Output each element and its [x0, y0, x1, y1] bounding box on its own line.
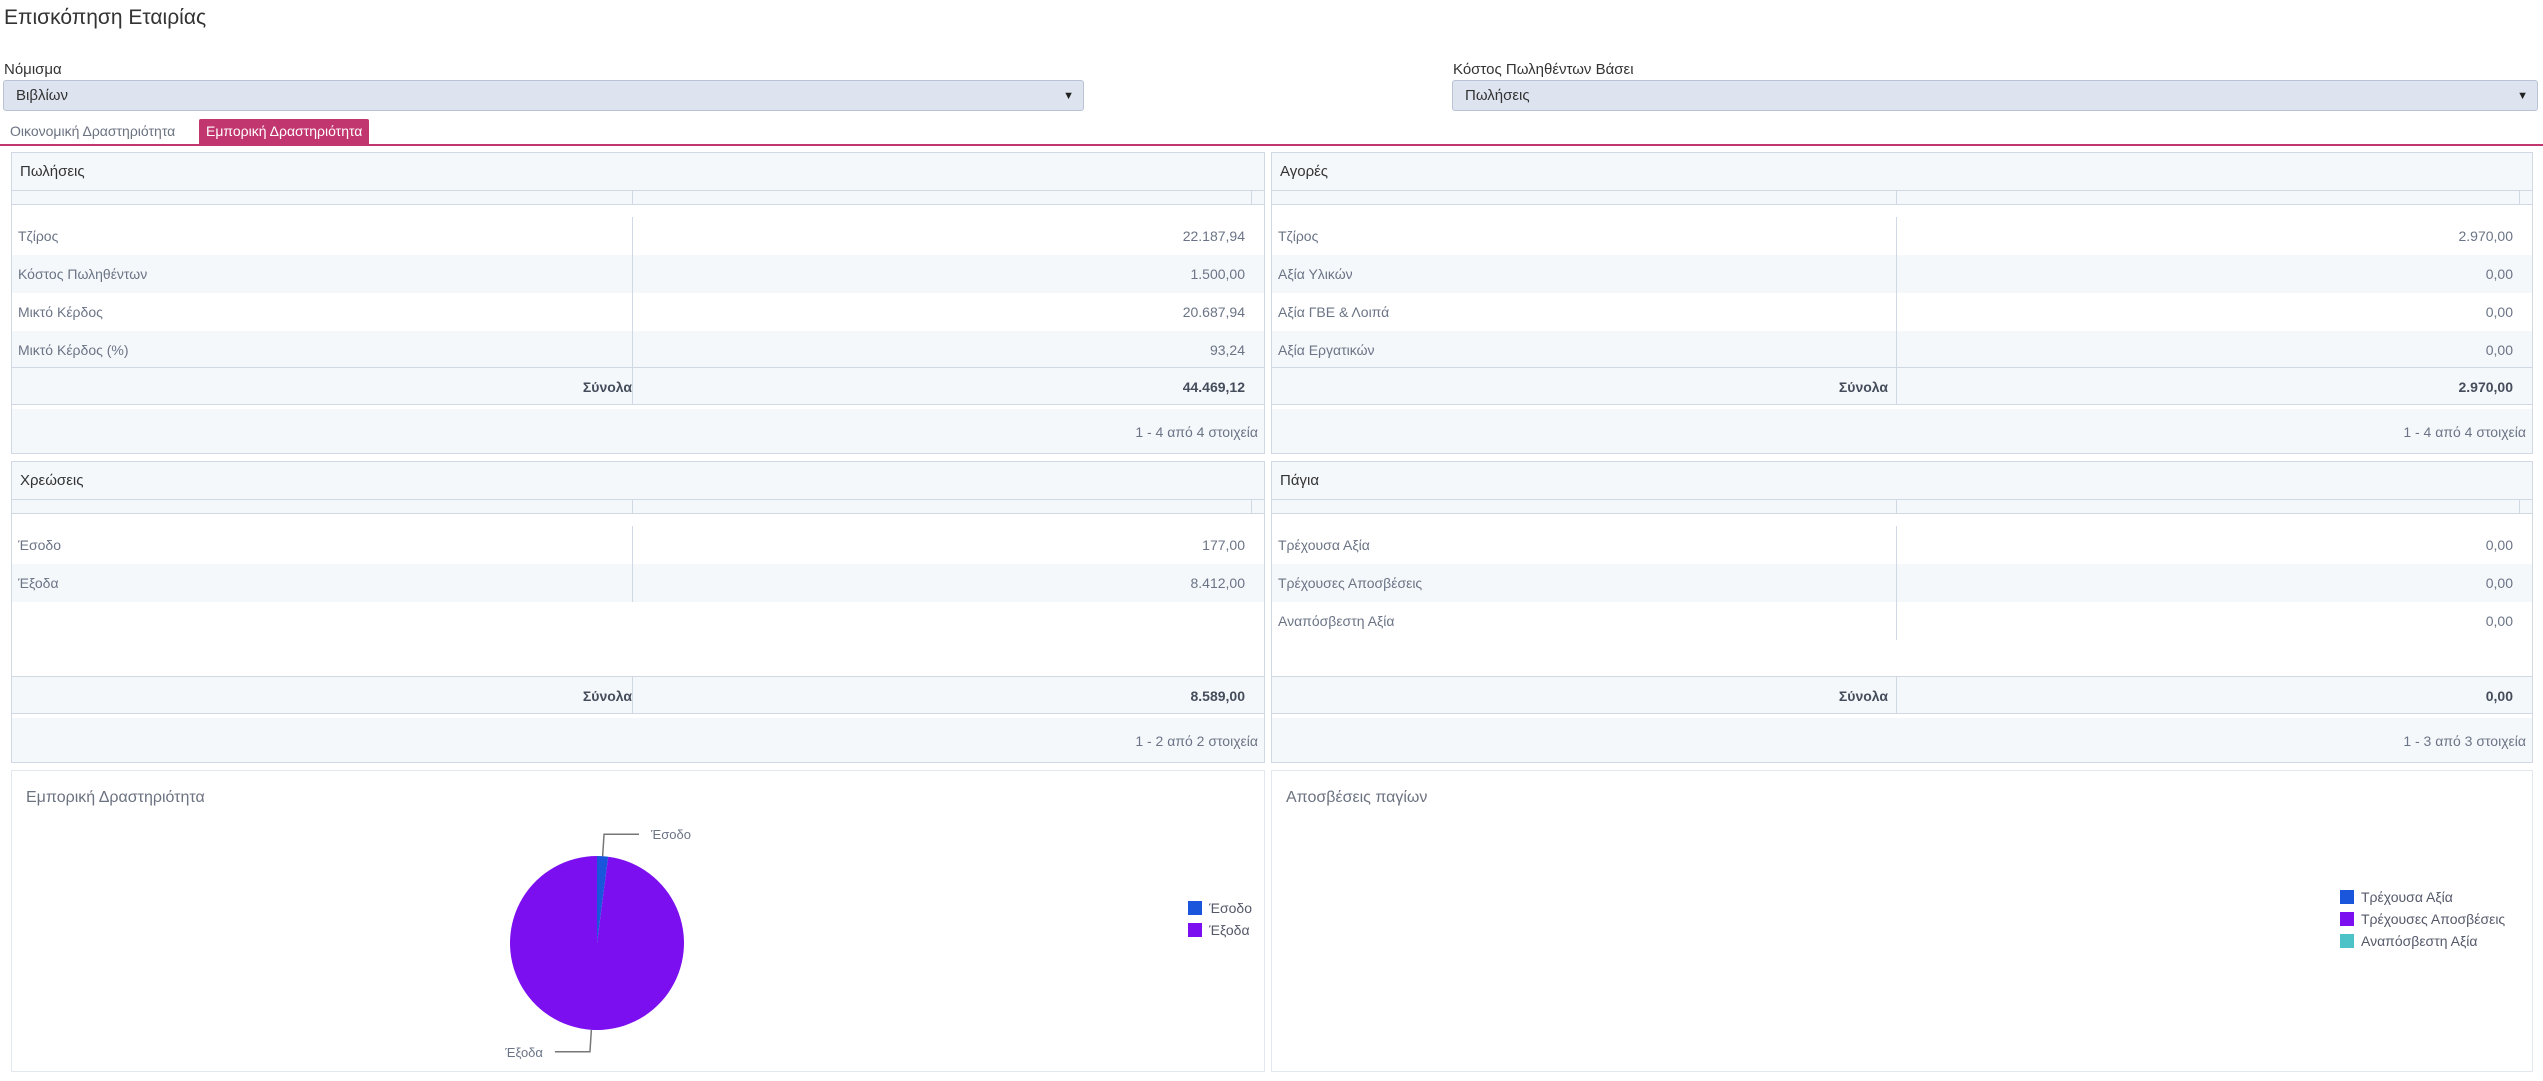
- table-row[interactable]: Αξία Υλικών 0,00: [1272, 255, 2532, 293]
- grid-column-header: [1272, 500, 2532, 514]
- sales-grid: Πωλήσεις Τζίρος 22.187,94 Κόστος Πωληθέντ…: [11, 152, 1265, 454]
- grid-totals-row: Σύνολα 2.970,00: [1272, 367, 2532, 405]
- legend-item[interactable]: Έσοδο: [1188, 899, 1252, 921]
- commercial-activity-chart: Εμπορική Δραστηριότητα Έσοδο Έξοδα Έσοδο …: [11, 770, 1265, 1072]
- grid-totals-row: Σύνολα 8.589,00: [12, 676, 1264, 714]
- grid-totals-row: Σύνολα 44.469,12: [12, 367, 1264, 405]
- table-row[interactable]: Αξία ΓΒΕ & Λοιπά 0,00: [1272, 293, 2532, 331]
- totals-value: 2.970,00: [2458, 379, 2514, 395]
- grid-title: Χρεώσεις: [12, 462, 1264, 500]
- grid-column-header: [12, 191, 1264, 205]
- pie-chart: Έσοδο Έξοδα: [504, 827, 691, 1060]
- table-row[interactable]: Μικτό Κέρδος 20.687,94: [12, 293, 1264, 331]
- cost-basis-select-value: Πωλήσεις: [1465, 87, 1530, 104]
- chart-legend: Τρέχουσα Αξία Τρέχουσες Αποσβέσεις Αναπό…: [2340, 888, 2505, 954]
- cost-basis-select[interactable]: Πωλήσεις ▼: [1452, 80, 2538, 111]
- table-row[interactable]: Τζίρος 2.970,00: [1272, 217, 2532, 255]
- grid-pager: 1 - 2 από 2 στοιχεία: [12, 718, 1264, 762]
- grid-pager: 1 - 4 από 4 στοιχεία: [12, 409, 1264, 453]
- chevron-down-icon: ▼: [2517, 90, 2528, 102]
- legend-item[interactable]: Αναπόσβεστη Αξία: [2340, 932, 2505, 954]
- page-title: Επισκόπηση Εταιρίας: [4, 6, 207, 29]
- table-row[interactable]: Μικτό Κέρδος (%) 93,24: [12, 331, 1264, 369]
- table-row[interactable]: Αναπόσβεστη Αξία 0,00: [1272, 602, 2532, 640]
- cost-basis-label: Κόστος Πωληθέντων Βάσει: [1453, 61, 1634, 78]
- pie-data-label: Έξοδα: [504, 1045, 543, 1060]
- table-row[interactable]: Τρέχουσες Αποσβέσεις 0,00: [1272, 564, 2532, 602]
- chart-legend: Έσοδο Έξοδα: [1188, 899, 1252, 943]
- table-row[interactable]: Τζίρος 22.187,94: [12, 217, 1264, 255]
- grid-title: Πωλήσεις: [12, 153, 1264, 191]
- table-row[interactable]: Έσοδο 177,00: [12, 526, 1264, 564]
- table-row[interactable]: Έξοδα 8.412,00: [12, 564, 1264, 602]
- chart-title: Αποσβέσεις παγίων: [1286, 789, 1428, 806]
- grid-column-header: [12, 500, 1264, 514]
- assets-grid: Πάγια Τρέχουσα Αξία 0,00 Τρέχουσες Αποσβέ…: [1271, 461, 2533, 763]
- pie-slice[interactable]: [509, 856, 684, 1030]
- totals-label: Σύνολα: [582, 379, 632, 395]
- totals-value: 8.589,00: [1190, 688, 1246, 704]
- chevron-down-icon: ▼: [1063, 90, 1074, 102]
- table-row[interactable]: Κόστος Πωληθέντων 1.500,00: [12, 255, 1264, 293]
- charges-grid: Χρεώσεις Έσοδο 177,00 Έξοδα 8.412,00 Σύνολ…: [11, 461, 1265, 763]
- tab-strip: Οικονομική Δραστηριότητα Εμπορική Δραστη…: [0, 119, 2543, 146]
- table-row[interactable]: Τρέχουσα Αξία 0,00: [1272, 526, 2532, 564]
- grid-totals-row: Σύνολα 0,00: [1272, 676, 2532, 714]
- grid-title: Πάγια: [1272, 462, 2532, 500]
- currency-select-value: Βιβλίων: [16, 87, 69, 104]
- totals-label: Σύνολα: [1838, 379, 1888, 395]
- legend-item[interactable]: Τρέχουσα Αξία: [2340, 888, 2505, 910]
- asset-depreciation-chart: Αποσβέσεις παγίων Τρέχουσα Αξία Τρέχουσε…: [1271, 770, 2533, 1072]
- pie-label-connector: [601, 833, 640, 857]
- grid-column-header: [1272, 191, 2532, 205]
- currency-select[interactable]: Βιβλίων ▼: [3, 80, 1084, 111]
- grid-title: Αγορές: [1272, 153, 2532, 191]
- table-row[interactable]: Αξία Εργατικών 0,00: [1272, 331, 2532, 369]
- legend-item[interactable]: Τρέχουσες Αποσβέσεις: [2340, 910, 2505, 932]
- totals-value: 0,00: [2485, 688, 2513, 704]
- tab-financial-activity[interactable]: Οικονομική Δραστηριότητα: [3, 119, 182, 144]
- totals-label: Σύνολα: [582, 688, 632, 704]
- purchases-grid: Αγορές Τζίρος 2.970,00 Αξία Υλικών 0,00 Αξ…: [1271, 152, 2533, 454]
- pie-data-label: Έσοδο: [650, 827, 691, 842]
- currency-label: Νόμισμα: [4, 61, 62, 78]
- totals-label: Σύνολα: [1838, 688, 1888, 704]
- totals-value: 44.469,12: [1182, 379, 1245, 395]
- grid-pager: 1 - 4 από 4 στοιχεία: [1272, 409, 2532, 453]
- legend-item[interactable]: Έξοδα: [1188, 921, 1252, 943]
- tab-commercial-activity[interactable]: Εμπορική Δραστηριότητα: [199, 119, 370, 144]
- grid-pager: 1 - 3 από 3 στοιχεία: [1272, 718, 2532, 762]
- pie-label-connector: [554, 1029, 593, 1053]
